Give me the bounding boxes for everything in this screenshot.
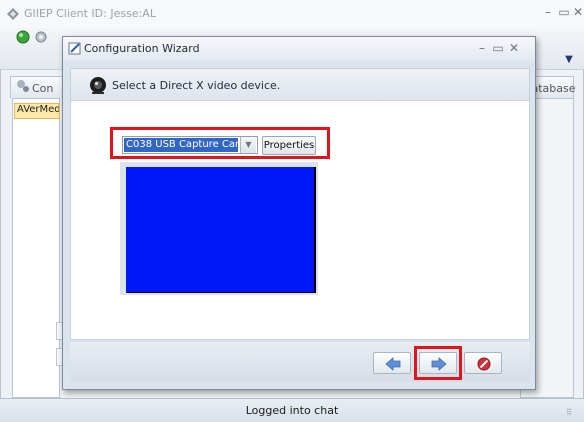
tab-con[interactable]: Con <box>32 82 53 95</box>
minimize-icon[interactable]: – <box>540 5 556 19</box>
ribbon-collapse-icon[interactable]: ▼ <box>562 54 576 65</box>
back-button[interactable] <box>373 352 411 374</box>
main-window-title: GIIEP Client ID: Jesse:AL <box>24 7 156 20</box>
video-device-selected-value[interactable]: C038 USB Capture Card <box>124 138 238 152</box>
close-icon[interactable]: ✕ <box>570 5 584 19</box>
chevron-down-icon[interactable]: ▼ <box>240 137 256 153</box>
cancel-button[interactable] <box>464 352 502 374</box>
properties-button[interactable]: Properties <box>262 136 316 155</box>
list-item[interactable]: AVerMed <box>14 103 60 119</box>
wizard-minimize-icon[interactable]: – <box>474 41 490 55</box>
wizard-maximize-icon[interactable]: ▭ <box>490 41 506 55</box>
next-button-highlight <box>414 346 462 380</box>
webcam-icon <box>90 77 106 94</box>
left-panel <box>12 98 60 398</box>
connections-icon <box>17 80 29 92</box>
cancel-icon <box>477 357 491 371</box>
arrow-left-icon <box>385 357 401 371</box>
app-logo-icon <box>7 8 19 20</box>
wizard-title: Configuration Wizard <box>84 42 200 55</box>
wizard-instruction: Select a Direct X video device. <box>112 79 281 92</box>
resize-grip-icon[interactable]: ⠿ <box>566 408 578 418</box>
status-text: Logged into chat <box>245 404 339 417</box>
video-preview <box>126 167 316 293</box>
gear-icon[interactable] <box>34 30 48 44</box>
wizard-close-icon[interactable]: ✕ <box>506 41 522 55</box>
status-green-icon[interactable] <box>16 30 30 44</box>
wizard-icon <box>68 42 81 55</box>
